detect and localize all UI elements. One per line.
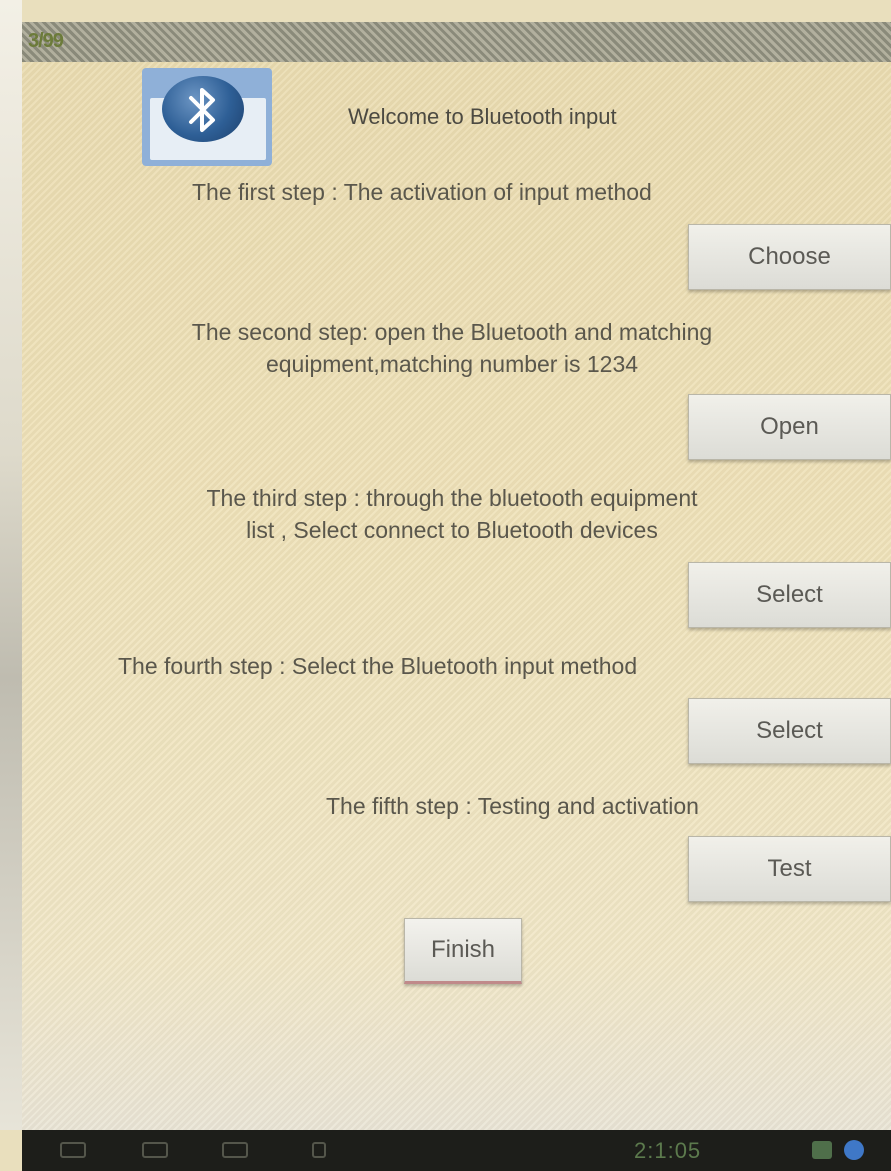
status-bar: 3/99 xyxy=(22,22,891,62)
bluetooth-icon xyxy=(142,68,272,166)
step-5-line-1: The fifth step : Testing and activation xyxy=(326,793,699,819)
back-icon[interactable] xyxy=(60,1142,86,1158)
choose-button[interactable]: Choose xyxy=(688,224,891,290)
open-button[interactable]: Open xyxy=(688,394,891,460)
wifi-icon xyxy=(812,1141,832,1159)
step-2-text: The second step: open the Bluetooth and … xyxy=(62,316,842,380)
step-4-line-1: The fourth step : Select the Bluetooth i… xyxy=(118,653,638,679)
select-device-button[interactable]: Select xyxy=(688,562,891,628)
system-nav-bar: 2:1:05 xyxy=(22,1130,891,1171)
step-3-line-1: The third step : through the bluetooth e… xyxy=(206,485,698,511)
recent-apps-icon[interactable] xyxy=(222,1142,248,1158)
status-label: 3/99 xyxy=(28,30,64,52)
step-2-line-2: equipment,matching number is 1234 xyxy=(265,351,639,377)
select-input-method-button[interactable]: Select xyxy=(688,698,891,764)
step-3-text: The third step : through the bluetooth e… xyxy=(72,482,832,546)
test-button[interactable]: Test xyxy=(688,836,891,902)
step-1-line-1: The first step : The activation of input… xyxy=(192,179,652,205)
home-icon[interactable] xyxy=(142,1142,168,1158)
app-screen: 3/99 Welcome to Bluetooth input The firs… xyxy=(22,22,891,1130)
device-bezel-edge xyxy=(0,0,22,1130)
step-2-line-1: The second step: open the Bluetooth and … xyxy=(191,319,713,345)
menu-icon[interactable] xyxy=(312,1142,326,1158)
welcome-title: Welcome to Bluetooth input xyxy=(348,104,617,129)
clock: 2:1:05 xyxy=(634,1138,702,1163)
step-4-text: The fourth step : Select the Bluetooth i… xyxy=(118,650,891,682)
finish-button[interactable]: Finish xyxy=(404,918,522,984)
step-3-line-2: list , Select connect to Bluetooth devic… xyxy=(246,517,658,543)
bluetooth-symbol-icon xyxy=(189,88,215,132)
step-5-text: The fifth step : Testing and activation xyxy=(326,790,891,822)
step-1-text: The first step : The activation of input… xyxy=(192,176,891,208)
battery-icon xyxy=(844,1140,864,1160)
